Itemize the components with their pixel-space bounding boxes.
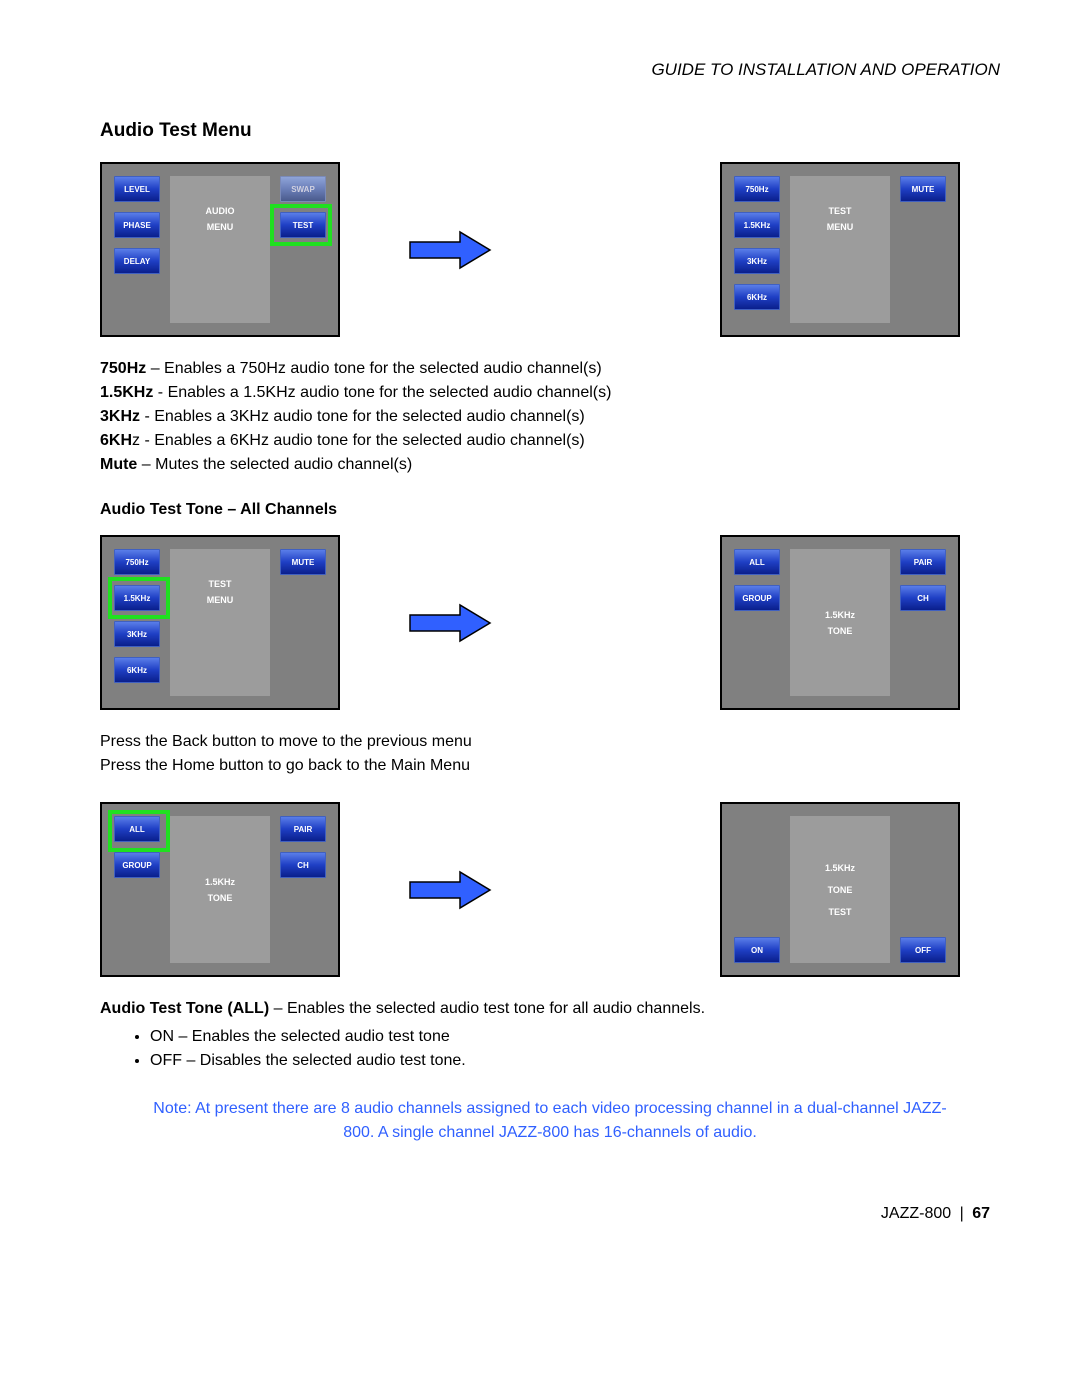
- arrow-right-icon: [405, 870, 495, 910]
- center-label: TEST: [828, 206, 851, 216]
- screen-1-5khz-tone: 1.5KHz TONE ALL GROUP PAIR CH: [720, 535, 960, 710]
- center-label: MENU: [827, 222, 854, 232]
- def-6khz: 6KHz - Enables a 6KHz audio tone for the…: [100, 429, 1000, 453]
- arrow-right-icon: [405, 230, 495, 270]
- footer-sep: |: [960, 1205, 964, 1222]
- screen-test-menu-2: TEST MENU 750Hz 1.5KHz 3KHz 6KHz MUTE: [100, 535, 340, 710]
- on-off-bullets: ON – Enables the selected audio test ton…: [100, 1025, 1000, 1073]
- off-button[interactable]: OFF: [900, 937, 946, 963]
- 6khz-button[interactable]: 6KHz: [114, 657, 160, 683]
- 3khz-button[interactable]: 3KHz: [734, 248, 780, 274]
- 1-5khz-button[interactable]: 1.5KHz: [734, 212, 780, 238]
- screen-1-5khz-tone-2: 1.5KHz TONE ALL GROUP PAIR CH: [100, 802, 340, 977]
- center-panel: TEST MENU: [170, 549, 270, 696]
- center-label: TONE: [208, 893, 233, 903]
- bullet-off: OFF – Disables the selected audio test t…: [150, 1049, 1000, 1073]
- center-label: TONE: [828, 885, 853, 895]
- def-750hz: 750Hz – Enables a 750Hz audio tone for t…: [100, 357, 1000, 381]
- center-label: MENU: [207, 595, 234, 605]
- center-label: MENU: [207, 222, 234, 232]
- back-instruction: Press the Back button to move to the pre…: [100, 730, 1000, 754]
- 6khz-button[interactable]: 6KHz: [734, 284, 780, 310]
- center-panel: AUDIO MENU: [170, 176, 270, 323]
- lead-term: Audio Test Tone (ALL): [100, 1000, 269, 1017]
- screen-test-menu: TEST MENU 750Hz 1.5KHz 3KHz 6KHz MUTE: [720, 162, 960, 337]
- on-button[interactable]: ON: [734, 937, 780, 963]
- all-button[interactable]: ALL: [734, 549, 780, 575]
- group-button[interactable]: GROUP: [114, 852, 160, 878]
- 750hz-button[interactable]: 750Hz: [114, 549, 160, 575]
- nav-instructions: Press the Back button to move to the pre…: [100, 730, 1000, 778]
- test-button[interactable]: TEST: [280, 212, 326, 238]
- ch-button[interactable]: CH: [280, 852, 326, 878]
- center-label: TONE: [828, 626, 853, 636]
- bullet-on: ON – Enables the selected audio test ton…: [150, 1025, 1000, 1049]
- all-button[interactable]: ALL: [114, 816, 160, 842]
- pair-button[interactable]: PAIR: [900, 549, 946, 575]
- center-label: AUDIO: [206, 206, 235, 216]
- screen-tone-test: 1.5KHz TONE TEST ON OFF: [720, 802, 960, 977]
- swap-button[interactable]: SWAP: [280, 176, 326, 202]
- center-panel: 1.5KHz TONE: [170, 816, 270, 963]
- arrow-col: [340, 230, 560, 270]
- center-label: 1.5KHz: [825, 863, 855, 873]
- center-panel: 1.5KHz TONE TEST: [790, 816, 890, 963]
- home-instruction: Press the Home button to go back to the …: [100, 754, 1000, 778]
- center-label: TEST: [208, 579, 231, 589]
- arrow-right-icon: [405, 603, 495, 643]
- level-button[interactable]: LEVEL: [114, 176, 160, 202]
- flow-row-2: TEST MENU 750Hz 1.5KHz 3KHz 6KHz MUTE: [100, 535, 1000, 710]
- arrow-col: [340, 870, 560, 910]
- mute-button[interactable]: MUTE: [280, 549, 326, 575]
- center-panel: 1.5KHz TONE: [790, 549, 890, 696]
- footer-product: JAZZ-800: [881, 1205, 951, 1222]
- def-1-5khz: 1.5KHz - Enables a 1.5KHz audio tone for…: [100, 381, 1000, 405]
- flow-row-3: 1.5KHz TONE ALL GROUP PAIR CH: [100, 802, 1000, 977]
- doc-header: GUIDE TO INSTALLATION AND OPERATION: [100, 60, 1000, 80]
- def-mute: Mute – Mutes the selected audio channel(…: [100, 453, 1000, 477]
- mute-button[interactable]: MUTE: [900, 176, 946, 202]
- definitions: 750Hz – Enables a 750Hz audio tone for t…: [100, 357, 1000, 477]
- arrow-col: [340, 603, 560, 643]
- def-3khz: 3KHz - Enables a 3KHz audio tone for the…: [100, 405, 1000, 429]
- pair-button[interactable]: PAIR: [280, 816, 326, 842]
- flow-row-1: AUDIO MENU LEVEL PHASE DELAY SWAP TEST: [100, 162, 1000, 337]
- section-title: Audio Test Menu: [100, 120, 1000, 142]
- ch-button[interactable]: CH: [900, 585, 946, 611]
- page-footer: JAZZ-800 | 67: [100, 1205, 1000, 1223]
- lead-desc: Enables the selected audio test tone for…: [287, 1000, 705, 1017]
- footer-page-number: 67: [972, 1205, 990, 1222]
- channels-note: Note: At present there are 8 audio chann…: [140, 1097, 960, 1145]
- center-label: 1.5KHz: [205, 877, 235, 887]
- center-label: 1.5KHz: [825, 610, 855, 620]
- block-audio-test-tone-all: Audio Test Tone (ALL) – Enables the sele…: [100, 997, 1000, 1021]
- page: GUIDE TO INSTALLATION AND OPERATION Audi…: [0, 0, 1080, 1263]
- group-button[interactable]: GROUP: [734, 585, 780, 611]
- delay-button[interactable]: DELAY: [114, 248, 160, 274]
- screen-audio-menu: AUDIO MENU LEVEL PHASE DELAY SWAP TEST: [100, 162, 340, 337]
- center-panel: TEST MENU: [790, 176, 890, 323]
- phase-button[interactable]: PHASE: [114, 212, 160, 238]
- subsection-title: Audio Test Tone – All Channels: [100, 501, 1000, 519]
- 1-5khz-button[interactable]: 1.5KHz: [114, 585, 160, 611]
- 750hz-button[interactable]: 750Hz: [734, 176, 780, 202]
- 3khz-button[interactable]: 3KHz: [114, 621, 160, 647]
- center-label: TEST: [828, 907, 851, 917]
